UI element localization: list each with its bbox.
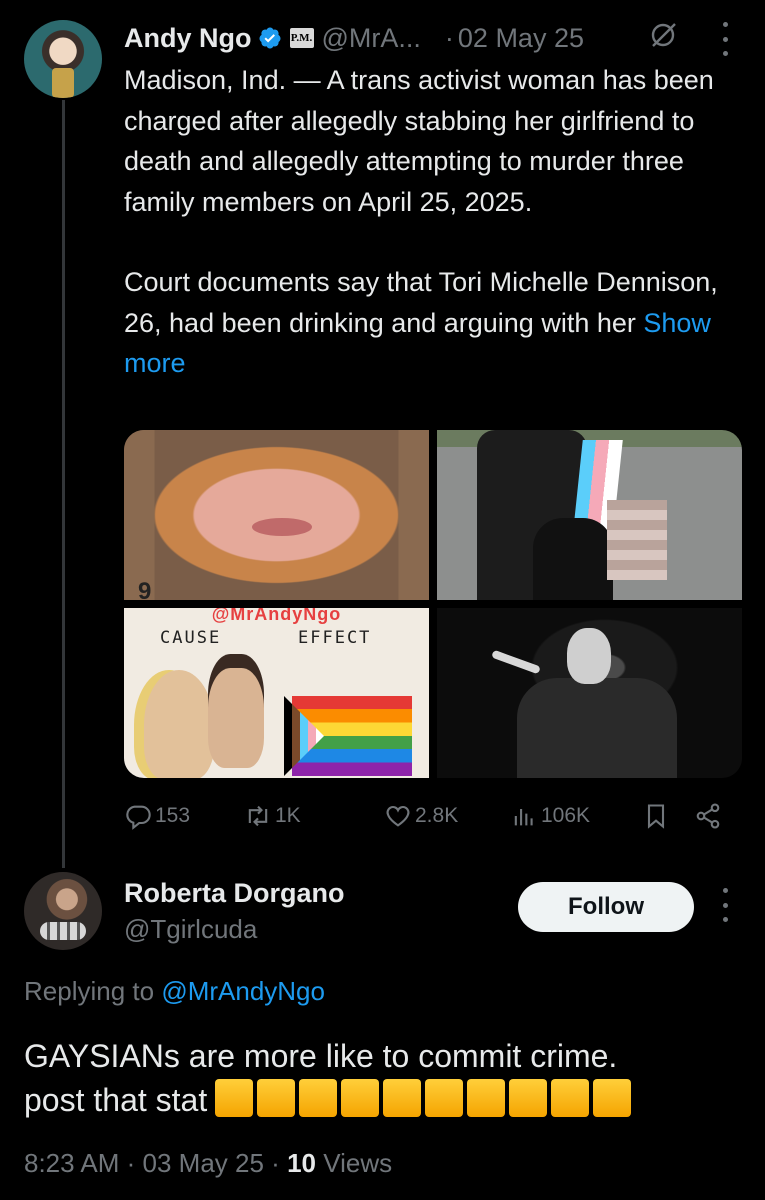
reply-button[interactable]: 153 bbox=[124, 798, 190, 834]
replying-mention-link[interactable]: @MrAndyNgo bbox=[161, 976, 325, 1006]
meta-separator-2: · bbox=[271, 1148, 288, 1178]
media-image-mugshot[interactable]: 9 bbox=[124, 430, 429, 600]
affiliate-badge: P.M. bbox=[289, 28, 314, 48]
tweet-paragraph-2: Court documents say that Tori Michelle D… bbox=[124, 262, 744, 384]
orange-square-emoji bbox=[299, 1079, 338, 1117]
author-handle[interactable]: @MrA... bbox=[322, 23, 421, 54]
orange-square-emoji bbox=[509, 1079, 548, 1117]
orange-square-emoji bbox=[425, 1079, 464, 1117]
grok-icon[interactable] bbox=[648, 20, 678, 50]
repost-count: 1K bbox=[275, 804, 301, 827]
tweet-paragraph-2-text: Court documents say that Tori Michelle D… bbox=[124, 267, 718, 338]
tweet-header: Andy Ngo P.M. @MrA... · 02 May 25 bbox=[124, 18, 584, 58]
media-image-masked-figure[interactable] bbox=[437, 608, 742, 778]
tweet-actions: 153 1K 2.8K 106K bbox=[124, 798, 736, 834]
media-image-protest[interactable] bbox=[437, 430, 742, 600]
media-image-cartoon[interactable]: @MrAndyNgo CAUSE EFFECT bbox=[124, 608, 429, 778]
cartoon-caption-cause: CAUSE bbox=[160, 628, 222, 648]
reply-time[interactable]: 8:23 AM bbox=[24, 1148, 119, 1178]
reply-header: Roberta Dorgano @Tgirlcuda bbox=[124, 876, 345, 946]
orange-square-emoji bbox=[551, 1079, 590, 1117]
like-count: 2.8K bbox=[415, 804, 459, 827]
bookmark-icon bbox=[647, 804, 665, 829]
image-watermark: @MrAndyNgo bbox=[211, 608, 342, 624]
separator-dot: · bbox=[444, 22, 454, 53]
reply-text: GAYSIANs are more like to commit crime. p… bbox=[24, 1034, 744, 1122]
follow-button[interactable]: Follow bbox=[518, 882, 694, 932]
reply-author-avatar[interactable] bbox=[24, 872, 102, 950]
reply-more-icon[interactable] bbox=[718, 888, 732, 922]
orange-square-emoji bbox=[215, 1079, 254, 1117]
like-icon bbox=[386, 805, 410, 827]
views-count: 106K bbox=[541, 804, 591, 827]
reply-count: 153 bbox=[155, 804, 191, 827]
orange-square-emoji bbox=[467, 1079, 506, 1117]
views-icon bbox=[514, 809, 533, 826]
replying-to-line: Replying to @MrAndyNgo bbox=[24, 976, 325, 1007]
orange-square-emoji bbox=[341, 1079, 380, 1117]
views-button[interactable]: 106K bbox=[510, 798, 590, 834]
reply-views-label: Views bbox=[323, 1148, 393, 1178]
reply-date[interactable]: 03 May 25 bbox=[143, 1148, 264, 1178]
tweet-date[interactable]: 02 May 25 bbox=[458, 23, 584, 54]
author-name[interactable]: Andy Ngo bbox=[124, 23, 252, 54]
share-icon bbox=[696, 803, 720, 829]
verified-icon bbox=[258, 27, 280, 49]
author-avatar[interactable] bbox=[24, 20, 102, 98]
orange-square-emoji bbox=[383, 1079, 422, 1117]
reply-meta: 8:23 AM · 03 May 25 · 10 Views bbox=[24, 1148, 392, 1179]
reply-icon bbox=[126, 805, 151, 830]
bookmark-button[interactable] bbox=[642, 798, 670, 834]
orange-square-emoji bbox=[257, 1079, 296, 1117]
reply-author-handle[interactable]: @Tgirlcuda bbox=[124, 912, 345, 946]
share-button[interactable] bbox=[694, 798, 722, 834]
media-grid: 9 @MrAndyNgo CAUSE EFFECT bbox=[124, 430, 742, 778]
replying-prefix: Replying to bbox=[24, 976, 162, 1006]
tweet-paragraph-1: Madison, Ind. — A trans activist woman h… bbox=[124, 65, 714, 217]
orange-square-emoji bbox=[593, 1079, 632, 1117]
meta-separator-1: · bbox=[126, 1148, 143, 1178]
thread-connector-line bbox=[62, 100, 65, 868]
repost-button[interactable]: 1K bbox=[244, 798, 301, 834]
cartoon-caption-effect: EFFECT bbox=[298, 628, 372, 648]
emoji-squares bbox=[215, 1079, 632, 1117]
reply-views-count: 10 bbox=[287, 1148, 316, 1178]
image-mark: 9 bbox=[138, 578, 152, 600]
more-icon[interactable] bbox=[718, 22, 732, 56]
like-button[interactable]: 2.8K bbox=[384, 798, 458, 834]
tweet-text: Madison, Ind. — A trans activist woman h… bbox=[124, 60, 744, 384]
reply-author-name[interactable]: Roberta Dorgano bbox=[124, 876, 345, 910]
repost-icon bbox=[248, 805, 268, 827]
